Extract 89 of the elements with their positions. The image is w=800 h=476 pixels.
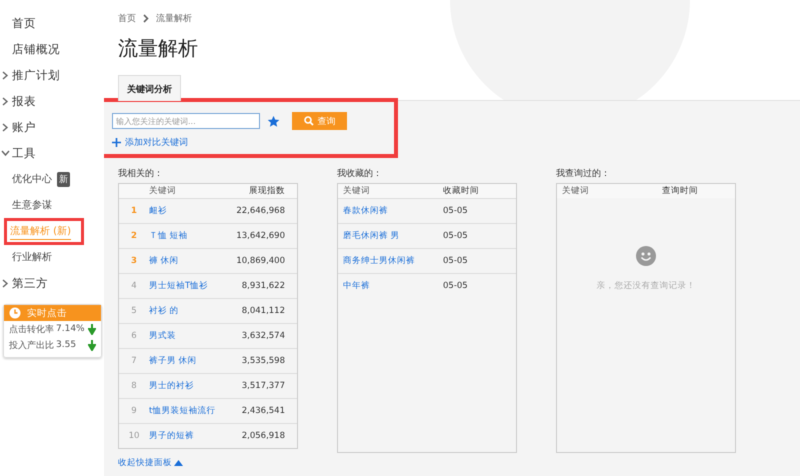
column-header: 关键词	[342, 185, 371, 197]
chevron-icon	[2, 96, 9, 106]
table-cell-text: 10,869,400	[235, 256, 286, 266]
chevron-icon	[2, 70, 9, 80]
table-cell-text: 13,642,690	[235, 231, 286, 241]
collapse-link[interactable]: 收起快捷面板	[118, 457, 298, 469]
chevron-icon	[143, 14, 149, 23]
chevron-icon	[2, 122, 9, 132]
tab[interactable]: 关键词分析	[118, 75, 181, 101]
column-header: 查询时间	[662, 185, 699, 197]
sidebar-group[interactable]: 报表	[0, 88, 104, 114]
plus-icon	[112, 138, 121, 147]
metric-value: 3.55	[56, 340, 78, 350]
table-cell-text: 3,517,377	[240, 381, 286, 391]
keyword-link[interactable]: 衄衫	[149, 205, 229, 217]
rank-number: 2	[130, 231, 138, 241]
table-cell-text: 3,535,598	[240, 356, 286, 366]
keyword-link[interactable]: 男子的短裤	[149, 430, 229, 442]
section-title: 我相关的：	[118, 168, 164, 180]
table-cell-text: 3,632,574	[240, 331, 286, 341]
breadcrumb-link[interactable]: 首页	[118, 12, 136, 25]
sidebar-group-label: 账户	[12, 120, 36, 134]
table-cell-text: 05-05	[443, 231, 469, 241]
rank-number: 4	[130, 281, 138, 291]
rank-number: 6	[130, 331, 138, 341]
sidebar-item[interactable]: 优化中心	[12, 171, 52, 187]
keyword-link[interactable]: 褲 休闲	[149, 255, 229, 267]
new-badge: 新	[57, 172, 70, 186]
keyword-link[interactable]: 衬衫 的	[149, 305, 229, 317]
column-header: 展现指数	[248, 185, 286, 197]
keyword-link[interactable]: 裤子男 休闲	[149, 355, 229, 367]
sidebar-group[interactable]: 第三方	[0, 270, 104, 296]
table-cell-text: 2,056,918	[240, 431, 286, 441]
sidebar-group[interactable]: 推广计划	[0, 62, 104, 88]
page-title: 流量解析	[118, 35, 199, 62]
keyword-link[interactable]: 中年裤	[338, 280, 443, 292]
column-header: 收藏时间	[443, 185, 480, 197]
section-title: 我查询过的：	[556, 168, 611, 180]
star-icon[interactable]	[267, 114, 280, 128]
column-header: 关键词	[149, 185, 177, 197]
column-header: 关键词	[561, 185, 590, 197]
down-arrow-icon	[88, 324, 96, 334]
sidebar-group[interactable]: 账户	[0, 114, 104, 140]
table-cell-text: 8,041,112	[240, 306, 286, 316]
sidebar-group[interactable]: 工具	[0, 140, 104, 166]
rank-number: 8	[130, 381, 138, 391]
sidebar-item[interactable]: 店铺概况	[0, 36, 104, 62]
rank-number: 9	[130, 406, 138, 416]
down-arrow-icon	[88, 340, 96, 350]
search-icon	[304, 116, 314, 126]
section-title: 我收藏的：	[337, 168, 383, 180]
keyword-link[interactable]: t恤男装短袖流行	[149, 405, 229, 417]
rank-number: 1	[130, 206, 138, 216]
chevron-icon	[2, 278, 9, 288]
keyword-link[interactable]: Ｔ恤 短袖	[149, 230, 229, 242]
add-compare-link[interactable]: 添加对比关键词	[112, 136, 394, 149]
rank-number: 5	[130, 306, 138, 316]
sidebar-group-label: 第三方	[12, 276, 48, 290]
chevron-icon	[1, 150, 10, 156]
metric-label: 点击转化率	[9, 324, 55, 336]
widget-title: 实时点击	[27, 306, 67, 320]
caret-up-icon	[174, 460, 183, 466]
sidebar-item[interactable]: 生意参谋	[12, 197, 52, 213]
keyword-link[interactable]: 男式装	[149, 330, 229, 342]
table-cell-text: 05-05	[443, 256, 469, 266]
metric-label: 投入产出比	[9, 340, 55, 352]
rank-number: 7	[130, 356, 138, 366]
breadcrumb-link[interactable]: 流量解析	[156, 12, 192, 25]
table-cell-text: 22,646,968	[235, 206, 286, 216]
keyword-link[interactable]: 春款休闲裤	[338, 205, 443, 217]
keyword-link[interactable]: 男士的衬衫	[149, 380, 229, 392]
sidebar-item[interactable]: 行业解析	[12, 249, 52, 265]
sidebar-group-label: 推广计划	[12, 68, 60, 82]
rank-number: 10	[128, 431, 140, 441]
sidebar-item[interactable]: 首页	[0, 10, 104, 36]
keyword-link[interactable]: 商务绅士男休闲裤	[338, 255, 443, 267]
keyword-link[interactable]: 男士短袖T恤衫	[149, 280, 229, 292]
sidebar-group-label: 报表	[12, 94, 36, 108]
keyword-link[interactable]: 磨毛休闲裤 男	[338, 230, 443, 242]
empty-message: 亲，您还没有查询记录！	[596, 280, 696, 292]
sidebar-group-label: 工具	[12, 146, 36, 160]
table-cell-text: 2,436,541	[240, 406, 286, 416]
metric-value: 7.14%	[56, 324, 86, 334]
rank-number: 3	[130, 256, 138, 266]
keyword-input[interactable]: 输入您关注的关键词...	[112, 113, 260, 129]
table-cell-text: 8,931,622	[240, 281, 286, 291]
smiley-icon	[636, 246, 656, 266]
table-cell-text: 05-05	[443, 281, 469, 291]
table-cell-text: 05-05	[443, 206, 469, 216]
